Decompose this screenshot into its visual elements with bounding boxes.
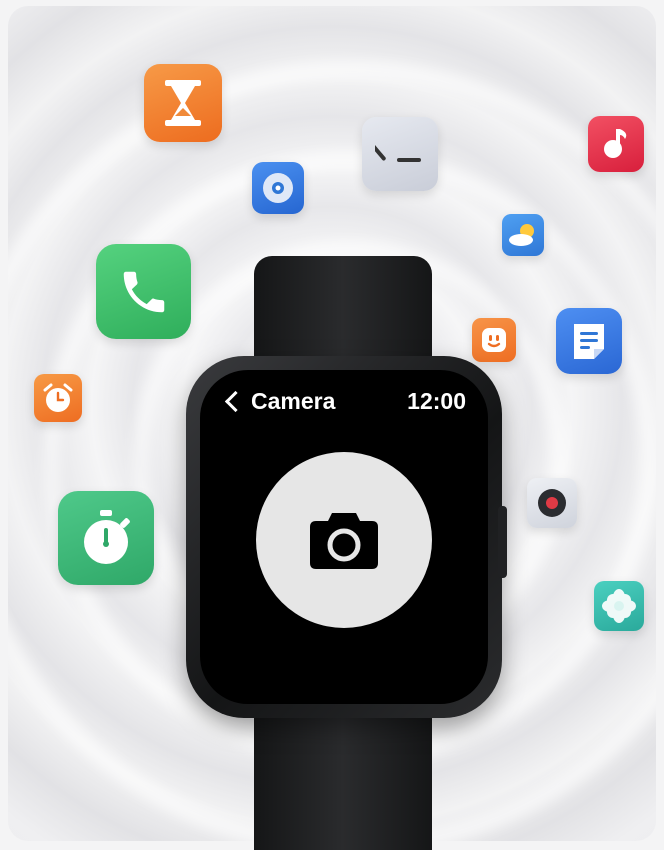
chevron-left-icon xyxy=(224,390,247,413)
shutter-button[interactable] xyxy=(256,452,432,628)
watch-crown-button[interactable] xyxy=(498,506,507,578)
hourglass-icon xyxy=(144,64,222,142)
alarm-icon xyxy=(34,374,82,422)
flower-icon xyxy=(594,581,644,631)
clock-icon xyxy=(362,117,438,191)
time-display: 12:00 xyxy=(407,388,466,414)
watch-strap-top xyxy=(254,256,432,368)
watch-strap-bottom xyxy=(254,700,432,850)
stopwatch-icon xyxy=(58,491,154,585)
screen-title: Camera xyxy=(251,388,336,414)
back-button[interactable]: Camera xyxy=(224,388,335,415)
watch-screen: Camera 12:00 xyxy=(200,370,488,704)
camera-icon xyxy=(310,513,378,569)
notes-icon xyxy=(556,308,622,374)
face-icon xyxy=(472,318,516,362)
phone-icon xyxy=(96,244,191,339)
screen-header: Camera 12:00 xyxy=(224,388,466,415)
weather-icon xyxy=(502,214,544,256)
compact-disc-icon xyxy=(252,162,304,214)
music-icon xyxy=(588,116,644,172)
record-icon xyxy=(527,478,577,528)
